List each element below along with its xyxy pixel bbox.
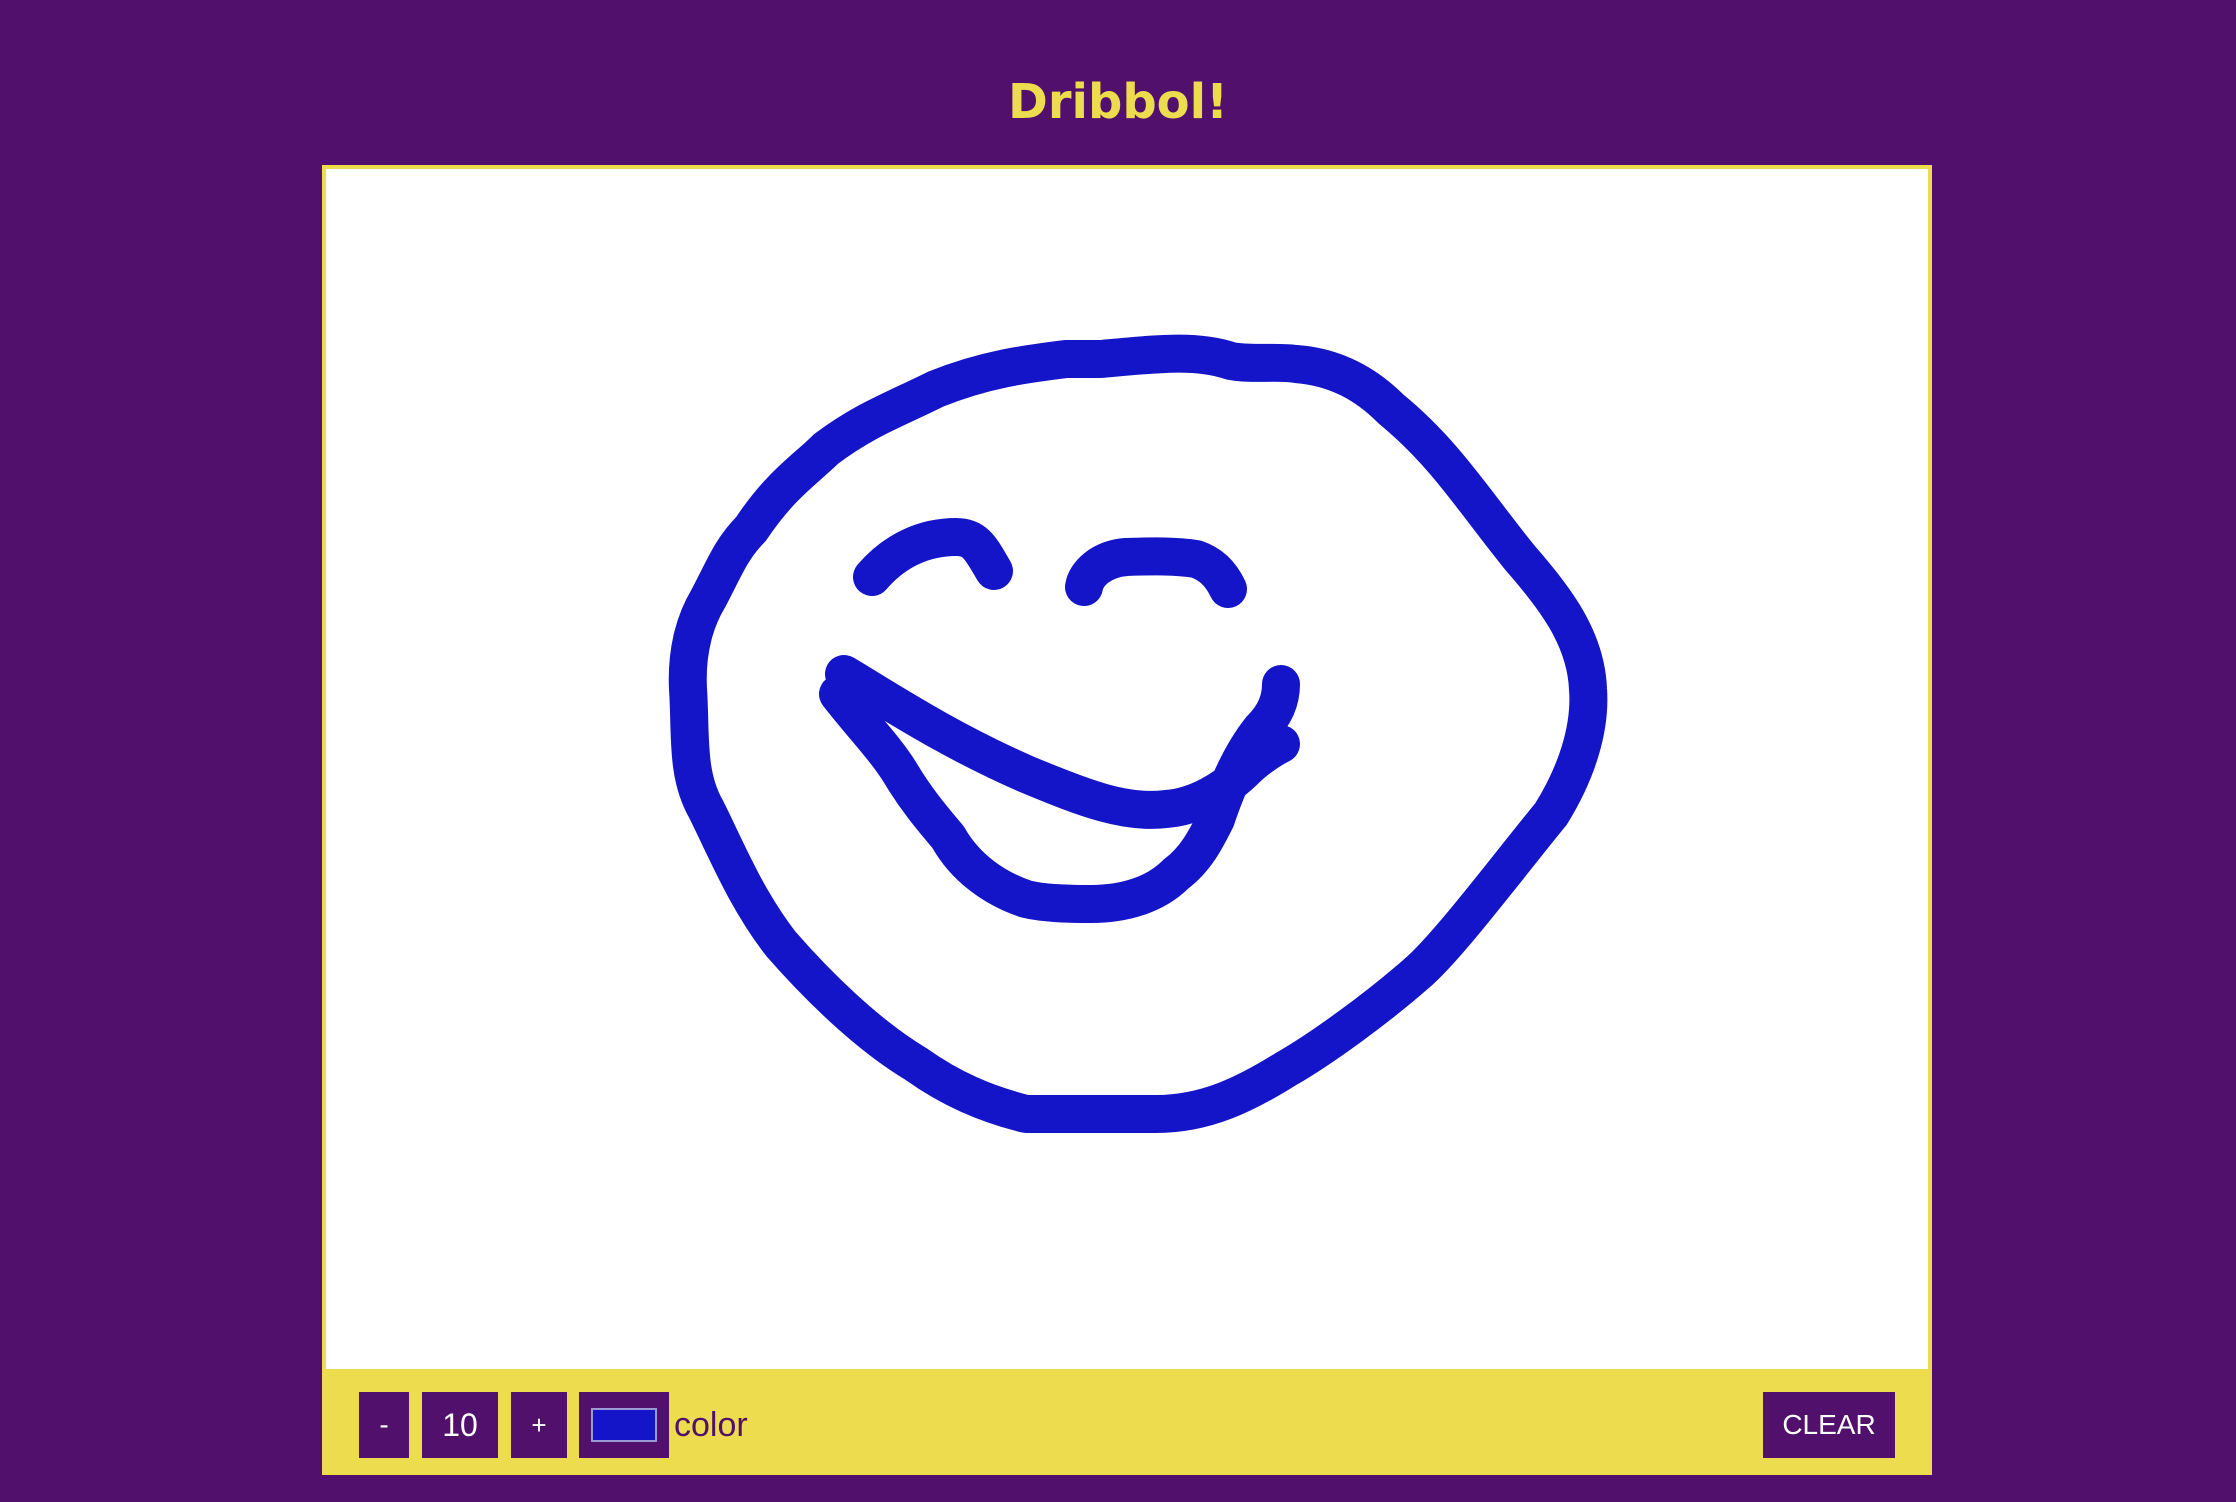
face-outline-stroke <box>668 334 1608 1133</box>
color-picker[interactable] <box>579 1392 669 1458</box>
drawing-app: - 10 + color CLEAR <box>322 165 1932 1475</box>
brush-size-display: 10 <box>422 1392 498 1458</box>
drawing-canvas[interactable] <box>326 169 1928 1369</box>
increase-size-button[interactable]: + <box>511 1392 567 1458</box>
app-title: Dribbol! <box>1007 74 1228 130</box>
color-label: color <box>674 1406 748 1444</box>
left-eye-stroke <box>853 518 1013 596</box>
clear-button[interactable]: CLEAR <box>1763 1392 1895 1458</box>
decrease-size-button[interactable]: - <box>359 1392 409 1458</box>
right-eye-stroke <box>1065 537 1247 608</box>
color-swatch-icon <box>591 1408 657 1442</box>
drawing-strokes <box>668 334 1608 1133</box>
